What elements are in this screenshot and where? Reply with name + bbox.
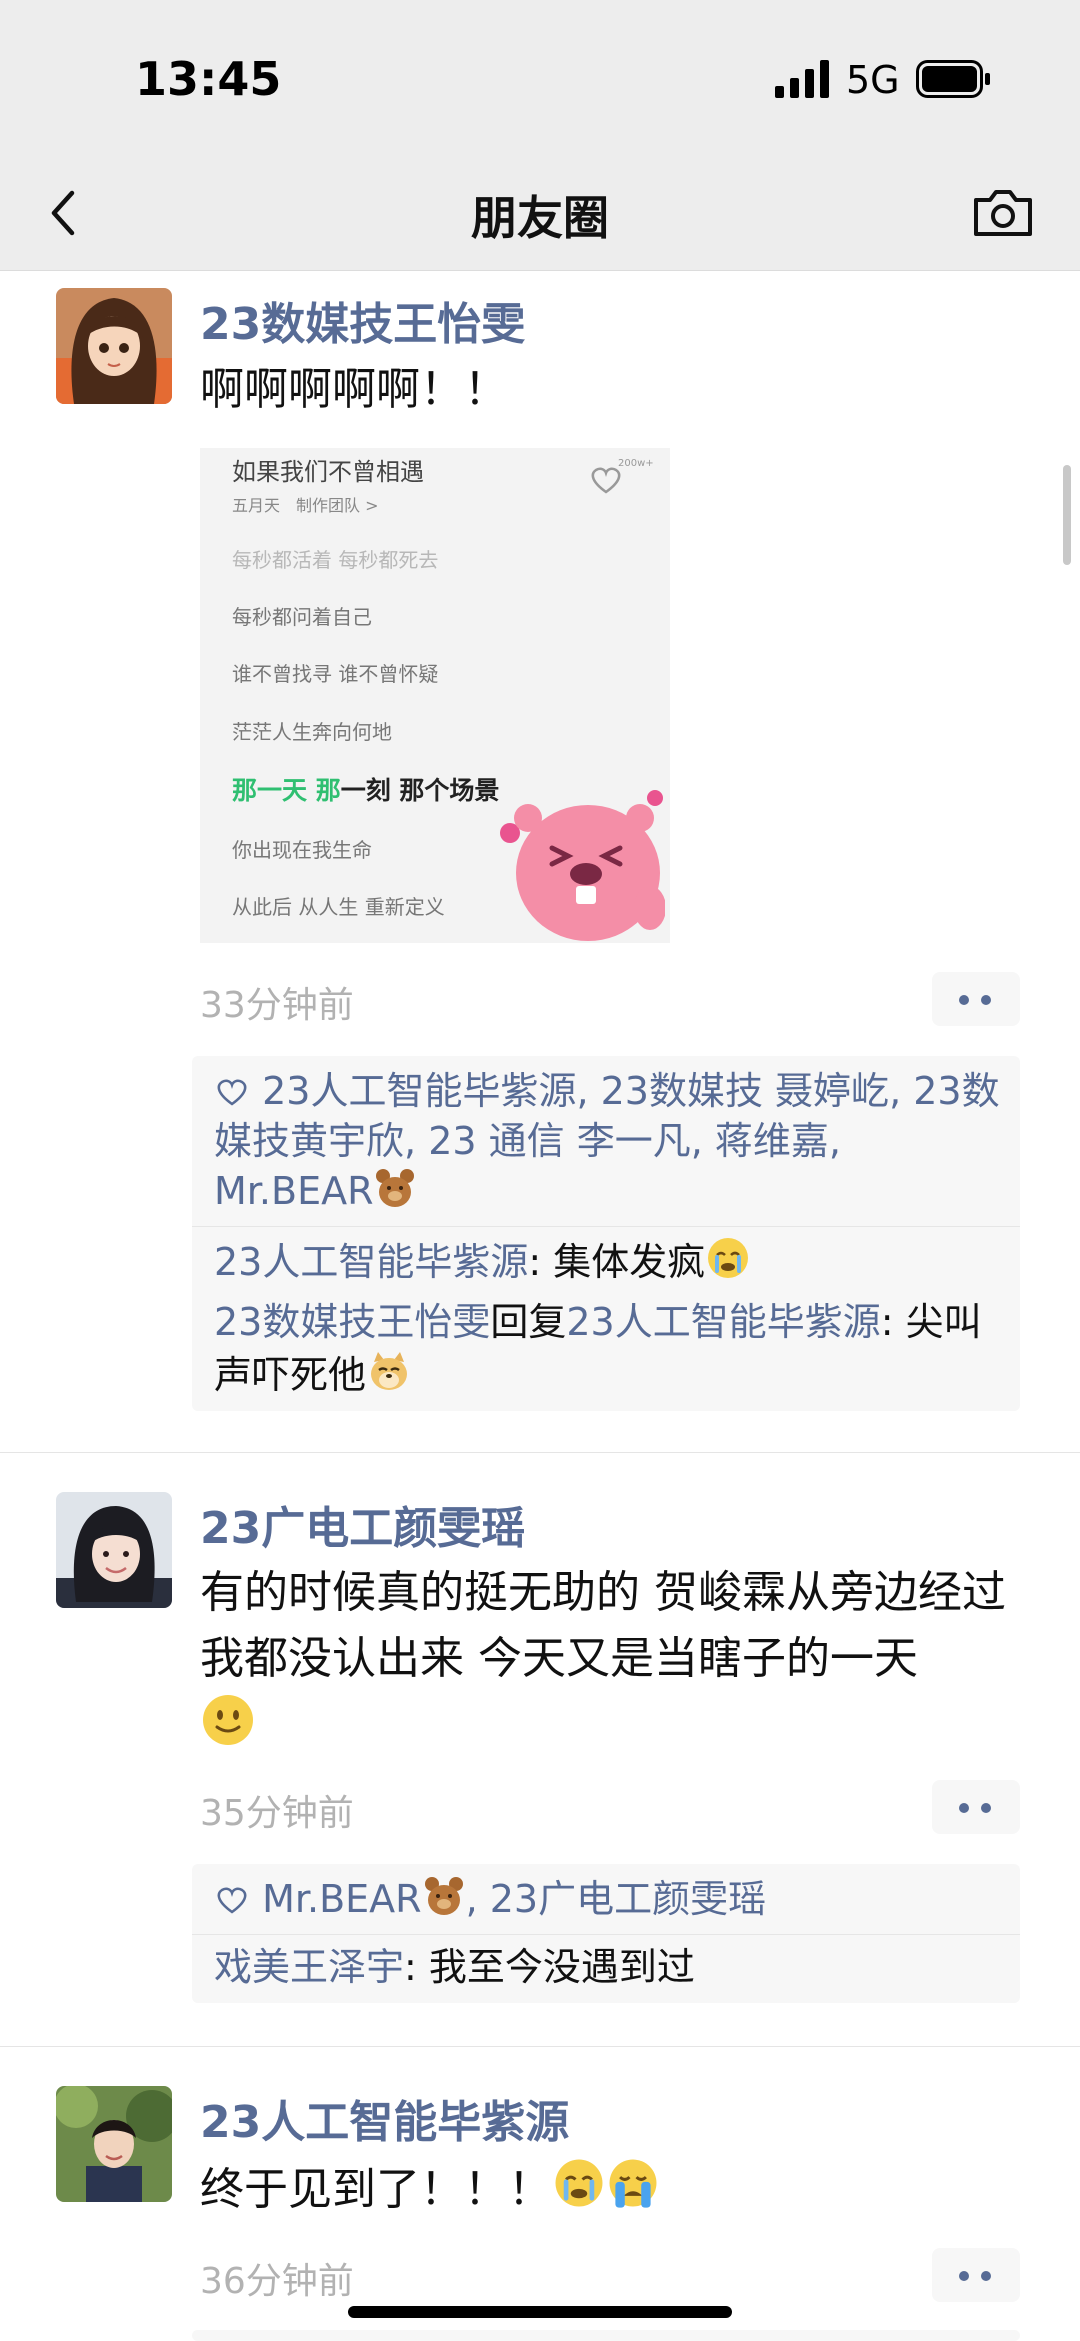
heart-icon: [217, 1887, 247, 1914]
interaction-box: 23人工智能毕紫源, 23数媒技 聂婷屹, 23数媒技黄宇欣, 23 通信 李一…: [192, 1056, 1020, 1411]
comment[interactable]: 23数媒技王怡雯回复23人工智能毕紫源: 尖叫声吓死他: [192, 1292, 1020, 1411]
post-divider: [0, 2046, 1080, 2047]
liker-name[interactable]: 23 通信 李一凡: [428, 1119, 691, 1163]
lyric-line: 从此后 从人生 重新定义: [232, 895, 445, 919]
commenter-name[interactable]: 戏美王泽宇: [214, 1945, 404, 1989]
interaction-box: Mr.BEAR, 23广电工颜雯瑶 戏美王泽宇: 我至今没遇到过: [192, 1864, 1020, 2003]
liker-name[interactable]: 23人工智能毕紫源: [262, 1069, 576, 1113]
post-text-body: 有的时候真的挺无助的 贺峻霖从旁边经过我都没认出来 今天又是当瞎子的一天: [200, 1567, 1006, 1684]
page-title: 朋友圈: [471, 191, 609, 245]
lyric-line: 每秒都问着自己: [232, 605, 372, 629]
image-like-count: 200w+: [618, 458, 654, 469]
comment-text: 集体发疯: [553, 1240, 706, 1284]
scrollbar[interactable]: [1063, 465, 1071, 565]
commenter-name[interactable]: 23数媒技王怡雯: [214, 1300, 490, 1344]
likes-row: Mr.BEAR, 23广电工颜雯瑶: [192, 1864, 1020, 1934]
status-time: 13:45: [135, 52, 282, 106]
avatar[interactable]: [56, 1492, 172, 1608]
more-button[interactable]: [932, 1780, 1020, 1834]
more-button[interactable]: [932, 2248, 1020, 2302]
post-text: 有的时候真的挺无助的 贺峻霖从旁边经过我都没认出来 今天又是当瞎子的一天: [200, 1560, 1030, 1750]
tears-emoji: [555, 2159, 603, 2207]
comment-text: 我至今没遇到过: [428, 1945, 695, 1989]
home-indicator[interactable]: [348, 2306, 732, 2318]
lyric-green: 那一天 那: [232, 776, 341, 805]
post-text: 终于见到了！！！: [200, 2156, 1030, 2222]
smile-emoji: [203, 1695, 253, 1745]
commenter-name[interactable]: 23人工智能毕紫源: [214, 1240, 528, 1284]
liker-name[interactable]: 23广电工颜雯瑶: [490, 1877, 766, 1921]
likes-row: 23人工智能毕紫源, 23数媒技 聂婷屹, 23数媒技黄宇欣, 23 通信 李一…: [214, 1069, 1000, 1213]
avatar[interactable]: [56, 2086, 172, 2202]
lyric-line: 茫茫人生奔向何地: [232, 720, 392, 744]
lyric-line: 你出现在我生命: [232, 838, 372, 862]
post-image[interactable]: 如果我们不曾相遇 五月天 制作团队 > 200w+ 每秒都活着 每秒都死去 每秒…: [200, 448, 670, 943]
post-divider: [0, 1452, 1080, 1453]
liker-name[interactable]: 23数媒技 聂婷屹: [601, 1069, 889, 1113]
reply-word: 回复: [490, 1300, 567, 1344]
poster-name[interactable]: 23数媒技王怡雯: [200, 288, 525, 352]
lyric-line-highlight: 那一天 那一刻 那个场景: [232, 771, 499, 807]
post-text: 啊啊啊啊啊！！: [200, 364, 508, 415]
signal-icon: [775, 60, 829, 98]
status-bar: 13:45 5G: [0, 0, 1080, 160]
comment[interactable]: 23人工智能毕紫源: 集体发疯: [192, 1227, 1020, 1292]
lyric-line: 谁不曾找寻 谁不曾怀疑: [232, 662, 439, 686]
crying-emoji: [609, 2159, 657, 2208]
image-song-title: 如果我们不曾相遇: [232, 458, 424, 486]
bear-emoji: [376, 1169, 415, 1207]
post-time: 36分钟前: [200, 2261, 354, 2302]
camera-icon[interactable]: [972, 184, 1034, 242]
liker-name[interactable]: 蒋维嘉: [715, 1119, 829, 1163]
bear-emoji: [424, 1877, 463, 1915]
tears-emoji: [708, 1238, 749, 1278]
post-time: 33分钟前: [200, 985, 354, 1026]
beaver-sticker: [500, 790, 665, 941]
post-time: 35分钟前: [200, 1793, 354, 1834]
lyric-line: 每秒都活着 每秒都死去: [232, 548, 439, 572]
poster-name[interactable]: 23广电工颜雯瑶: [200, 1492, 525, 1556]
post-text-body: 终于见到了！！！: [200, 2164, 552, 2215]
avatar[interactable]: [56, 288, 172, 404]
reply-target-name[interactable]: 23人工智能毕紫源: [566, 1300, 880, 1344]
liker-name[interactable]: Mr.BEAR: [262, 1877, 421, 1921]
lyric-black: 一刻 那个场景: [340, 776, 500, 805]
doge-emoji: [371, 1352, 408, 1390]
network-label: 5G: [846, 58, 900, 102]
battery-icon: [916, 60, 990, 98]
comment[interactable]: 戏美王泽宇: 我至今没遇到过: [192, 1935, 1020, 2003]
more-button[interactable]: [932, 972, 1020, 1026]
poster-name[interactable]: 23人工智能毕紫源: [200, 2086, 569, 2150]
image-artist: 五月天 制作团队 >: [232, 496, 379, 515]
heart-icon: [217, 1079, 247, 1106]
nav-bar: 朋友圈: [0, 160, 1080, 271]
liker-name[interactable]: Mr.BEAR: [214, 1169, 373, 1213]
interaction-box: [192, 2330, 1020, 2341]
